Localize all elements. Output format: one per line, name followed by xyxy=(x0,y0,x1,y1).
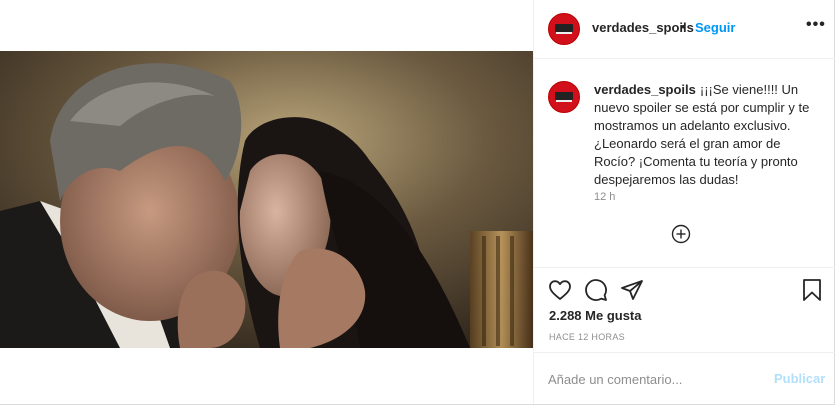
comment-button[interactable] xyxy=(584,278,608,302)
photo-image xyxy=(0,51,533,348)
comments-section: verdades_spoils ¡¡¡Se viene!!!! Un nuevo … xyxy=(534,59,835,267)
separator-dot: • xyxy=(681,19,686,34)
post-media xyxy=(0,0,533,404)
caption-text: ¡¡¡Se viene!!!! Un nuevo spoiler se está… xyxy=(594,82,810,187)
header-username[interactable]: verdades_spoils xyxy=(592,20,694,35)
comment-icon xyxy=(585,279,607,301)
action-bar xyxy=(534,267,835,313)
paper-plane-icon xyxy=(621,280,643,300)
avatar-logo-text xyxy=(556,32,572,34)
publish-button[interactable]: Publicar xyxy=(774,371,825,386)
avatar-logo xyxy=(555,24,573,32)
comment-form: Publicar xyxy=(534,352,835,405)
follow-button[interactable]: Seguir xyxy=(695,20,735,35)
post-sidebar: verdades_spoils • Seguir ••• verdades_sp… xyxy=(533,0,835,404)
caption-avatar[interactable] xyxy=(548,81,580,113)
avatar-logo-text xyxy=(556,100,572,102)
save-button[interactable] xyxy=(800,278,824,302)
caption-username[interactable]: verdades_spoils xyxy=(594,82,696,97)
likes-count[interactable]: 2.288 Me gusta xyxy=(549,308,642,323)
heart-icon xyxy=(549,280,571,300)
share-button[interactable] xyxy=(620,278,644,302)
caption-time[interactable]: 12 h xyxy=(594,191,615,203)
post-photo[interactable] xyxy=(0,51,533,348)
posted-time: HACE 12 HORAS xyxy=(549,332,625,342)
plus-circle-icon xyxy=(671,224,691,244)
post-dialog: verdades_spoils • Seguir ••• verdades_sp… xyxy=(0,0,835,405)
post-header: verdades_spoils • Seguir ••• xyxy=(534,0,835,59)
bookmark-icon xyxy=(803,279,821,301)
more-options-icon[interactable]: ••• xyxy=(806,17,826,33)
load-more-comments-button[interactable] xyxy=(671,224,691,244)
avatar[interactable] xyxy=(548,13,580,45)
comment-input[interactable] xyxy=(548,370,748,388)
post-caption: verdades_spoils ¡¡¡Se viene!!!! Un nuevo … xyxy=(594,81,820,189)
like-button[interactable] xyxy=(548,278,572,302)
avatar-logo xyxy=(555,92,573,100)
